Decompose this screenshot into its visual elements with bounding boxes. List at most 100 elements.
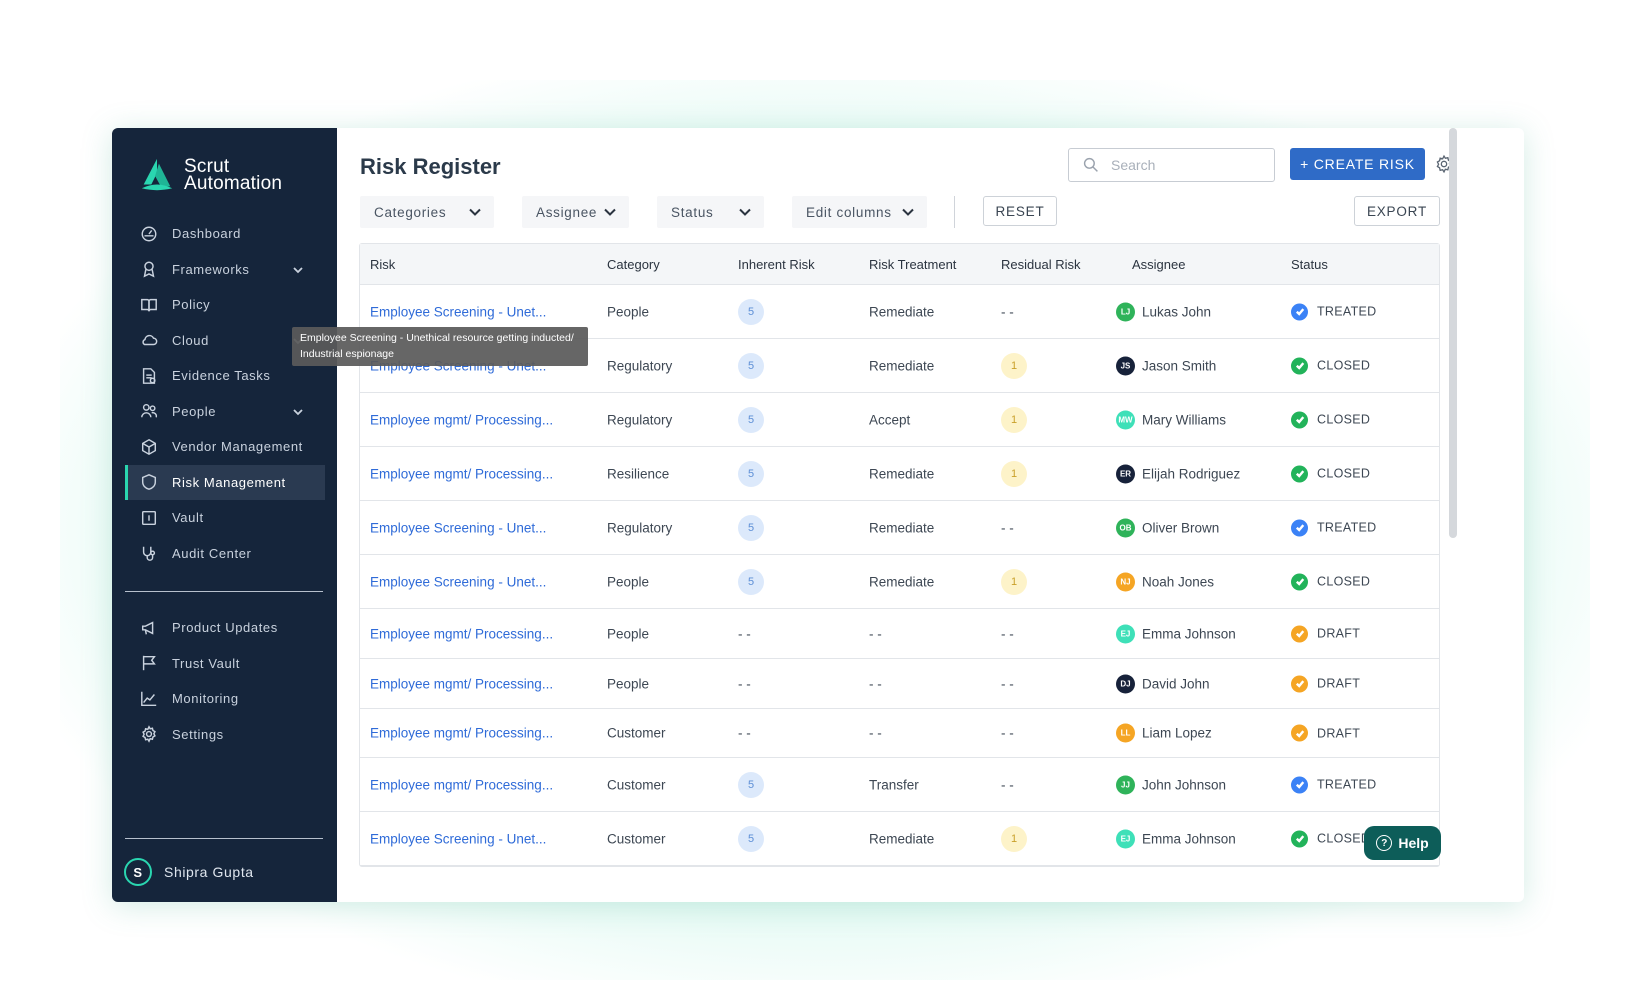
assignee-cell[interactable]: DJ David John (1116, 674, 1210, 693)
avatar: LL (1116, 723, 1135, 743)
sidebar-item-label: Risk Management (172, 474, 286, 490)
status-filter-label: Status (671, 204, 714, 220)
sidebar-item-trust-vault[interactable]: Trust Vault (112, 646, 337, 682)
status-label: CLOSED (1317, 574, 1371, 589)
sidebar-item-people[interactable]: People (112, 394, 337, 430)
risk-link[interactable]: Employee Screening - Unet... (370, 574, 546, 589)
residual-risk-cell: - - (1001, 626, 1014, 641)
policy-icon (139, 295, 159, 315)
table-row[interactable]: Employee Screening - Unet... Regulatory 5 R… (360, 501, 1439, 555)
risk-link[interactable]: Employee mgmt/ Processing... (370, 726, 553, 741)
flag-icon (139, 653, 159, 673)
risk-treatment-cell: Remediate (869, 831, 935, 846)
assignee-cell[interactable]: OB Oliver Brown (1116, 518, 1219, 537)
status-check-icon (1291, 724, 1308, 742)
residual-risk-cell: 1 (1001, 568, 1027, 595)
status-filter[interactable]: Status (657, 196, 764, 228)
user-profile[interactable]: S Shipra Gupta (124, 858, 254, 886)
reset-button[interactable]: RESET (983, 196, 1057, 226)
status-check-icon (1291, 675, 1308, 692)
brand-name: Scrut Automation (184, 157, 282, 193)
risk-link[interactable]: Employee mgmt/ Processing... (370, 626, 553, 641)
table-row[interactable]: Employee mgmt/ Processing... Regulatory 5 A… (360, 393, 1439, 447)
assignee-cell[interactable]: EJ Emma Johnson (1116, 829, 1236, 848)
status-label: TREATED (1317, 304, 1377, 319)
assignee-cell[interactable]: JJ John Johnson (1116, 775, 1226, 794)
export-button[interactable]: EXPORT (1354, 196, 1440, 226)
risk-link[interactable]: Employee Screening - Unet... (370, 520, 546, 535)
table-row[interactable]: Employee mgmt/ Processing... Resilience 5 R… (360, 447, 1439, 501)
column-header-assignee[interactable]: Assignee (1132, 257, 1185, 272)
table-row[interactable]: Employee Screening - Unet... Customer 5 Rem… (360, 812, 1439, 866)
assignee-cell[interactable]: JS Jason Smith (1116, 356, 1216, 375)
sidebar-item-frameworks[interactable]: Frameworks (112, 252, 337, 288)
column-header-residual-risk[interactable]: Residual Risk (1001, 257, 1080, 272)
category-cell: Customer (607, 777, 666, 792)
sidebar-item-product-updates[interactable]: Product Updates (112, 610, 337, 646)
chevron-down-icon (739, 208, 751, 216)
assignee-cell[interactable]: ER Elijah Rodriguez (1116, 464, 1240, 483)
column-header-status[interactable]: Status (1291, 257, 1328, 272)
table-row[interactable]: Employee mgmt/ Processing... People - - - -… (360, 659, 1439, 709)
inherent-risk-badge: 5 (738, 352, 764, 379)
inherent-risk-cell: - - (738, 676, 751, 691)
table-row[interactable]: Employee mgmt/ Processing... Customer 5 Tra… (360, 758, 1439, 812)
brand-logo[interactable]: Scrut Automation (138, 156, 282, 194)
avatar: ER (1116, 464, 1135, 483)
chevron-down-icon[interactable] (292, 264, 304, 276)
page-title: Risk Register (360, 154, 501, 179)
inherent-risk-cell: 5 (738, 825, 764, 852)
chevron-down-icon[interactable] (292, 406, 304, 418)
create-risk-button[interactable]: + CREATE RISK (1290, 148, 1425, 180)
status-check-icon (1291, 519, 1308, 536)
column-header-risk[interactable]: Risk (370, 257, 395, 272)
sidebar-item-label: Cloud (172, 332, 209, 348)
chevron-down-icon (604, 208, 616, 216)
inherent-risk-cell: 5 (738, 406, 764, 433)
status-badge: CLOSED (1291, 357, 1370, 374)
table-row[interactable]: Employee mgmt/ Processing... People - - - -… (360, 609, 1439, 659)
table-row[interactable]: Employee Screening - Unet... People 5 Remed… (360, 555, 1439, 609)
sidebar-item-monitoring[interactable]: Monitoring (112, 681, 337, 717)
edit-columns-dropdown[interactable]: Edit columns (792, 196, 927, 228)
search-input[interactable]: Search (1068, 148, 1275, 182)
table-row[interactable]: Employee mgmt/ Processing... Customer - - -… (360, 709, 1439, 758)
risk-treatment-cell: - - (869, 725, 882, 741)
column-header-category[interactable]: Category (607, 257, 660, 272)
category-cell: People (607, 626, 650, 641)
gear-icon (139, 724, 159, 744)
sidebar-item-vault[interactable]: Vault (112, 500, 337, 536)
sidebar-item-settings[interactable]: Settings (112, 717, 337, 753)
risk-link[interactable]: Employee mgmt/ Processing... (370, 466, 553, 481)
inherent-risk-badge: 5 (738, 771, 764, 798)
risk-treatment-cell: Transfer (869, 777, 919, 792)
assignee-cell[interactable]: MW Mary Williams (1116, 410, 1226, 429)
assignee-cell[interactable]: NJ Noah Jones (1116, 572, 1214, 591)
categories-filter[interactable]: Categories (360, 196, 494, 228)
sidebar-item-dashboard[interactable]: Dashboard (112, 216, 337, 252)
sidebar-item-policy[interactable]: Policy (112, 287, 337, 323)
help-label: Help (1398, 835, 1429, 851)
risk-link[interactable]: Employee mgmt/ Processing... (370, 412, 553, 427)
assignee-filter[interactable]: Assignee (522, 196, 629, 228)
assignee-cell[interactable]: LJ Lukas John (1116, 302, 1211, 321)
help-button[interactable]: ? Help (1364, 826, 1441, 860)
risk-link[interactable]: Employee mgmt/ Processing... (370, 676, 553, 691)
risk-link[interactable]: Employee Screening - Unet... (370, 304, 546, 319)
column-header-risk-treatment[interactable]: Risk Treatment (869, 257, 956, 272)
sidebar-item-vendor-management[interactable]: Vendor Management (112, 429, 337, 465)
sidebar-item-risk-management[interactable]: Risk Management (125, 464, 325, 500)
scrollbar[interactable] (1449, 128, 1457, 538)
risk-link[interactable]: Employee mgmt/ Processing... (370, 777, 553, 792)
column-header-inherent-risk[interactable]: Inherent Risk (738, 257, 815, 272)
residual-risk-cell: 1 (1001, 460, 1027, 487)
chevron-down-icon (902, 208, 914, 216)
assignee-cell[interactable]: EJ Emma Johnson (1116, 624, 1236, 643)
table-header: Risk Category Inherent Risk Risk Treatment R… (360, 244, 1439, 285)
user-name: Shipra Gupta (164, 864, 254, 880)
risk-link[interactable]: Employee Screening - Unet... (370, 831, 546, 846)
sidebar-item-audit-center[interactable]: Audit Center (112, 536, 337, 572)
residual-risk-cell: 1 (1001, 352, 1027, 379)
residual-risk-cell: - - (1001, 726, 1014, 741)
assignee-cell[interactable]: LL Liam Lopez (1116, 723, 1212, 743)
